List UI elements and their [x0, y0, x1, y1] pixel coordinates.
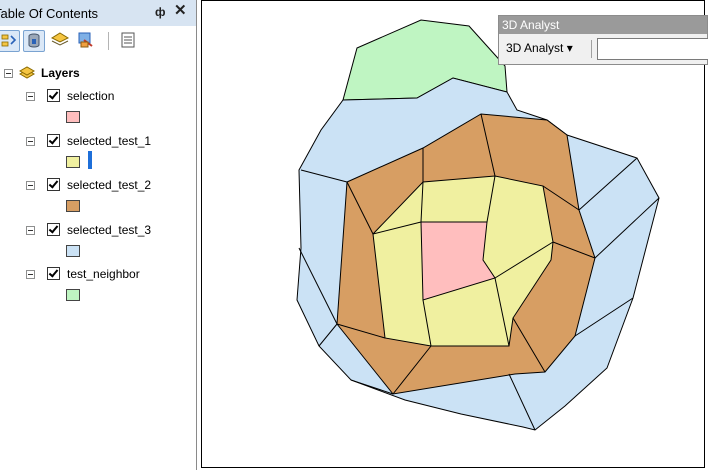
text-cursor-indicator: [88, 151, 92, 169]
layer-entry-selected-test-2[interactable]: selected_test_2: [0, 175, 196, 215]
layer-label: selection: [67, 89, 115, 103]
chevron-down-icon: ▾: [566, 41, 573, 55]
3d-analyst-menu-label: 3D Analyst: [506, 41, 564, 55]
toc-title: Table Of Contents: [0, 6, 99, 21]
layer-label: test_neighbor: [67, 267, 140, 281]
map-canvas[interactable]: [197, 0, 708, 470]
toolbar-separator: [108, 32, 109, 50]
collapse-icon[interactable]: [26, 92, 35, 101]
layer-entry-selected-test-3[interactable]: selected_test_3: [0, 220, 196, 260]
layer-label: selected_test_1: [67, 134, 152, 148]
layer-symbol-swatch[interactable]: [66, 245, 80, 257]
list-by-drawing-order-icon: [1, 34, 17, 47]
3d-analyst-toolbar: 3D Analyst 3D Analyst ▾: [498, 15, 708, 65]
3d-analyst-menu[interactable]: 3D Analyst ▾: [506, 41, 573, 55]
layer-symbol-swatch[interactable]: [66, 200, 80, 212]
collapse-icon[interactable]: [4, 69, 13, 78]
toolbar-separator: [591, 40, 592, 58]
layer-visibility-checkbox[interactable]: [47, 223, 60, 236]
table-of-contents-panel: Table Of Contents ф ✕ Layers selection s…: [0, 0, 197, 470]
pin-icon[interactable]: ф: [155, 5, 166, 19]
layer-entry-test-neighbor[interactable]: test_neighbor: [0, 264, 196, 304]
layer-visibility-checkbox[interactable]: [47, 178, 60, 191]
layer-symbol-swatch[interactable]: [66, 289, 80, 301]
layer-visibility-checkbox[interactable]: [47, 89, 60, 102]
list-by-selection-button[interactable]: [76, 30, 96, 50]
close-icon[interactable]: ✕: [174, 3, 187, 19]
collapse-icon[interactable]: [26, 270, 35, 279]
collapse-icon[interactable]: [26, 226, 35, 235]
layer-visibility-checkbox[interactable]: [47, 267, 60, 280]
layer-symbol-swatch[interactable]: [66, 111, 80, 123]
collapse-icon[interactable]: [26, 137, 35, 146]
list-by-selection-icon: [78, 32, 93, 48]
layer-label: selected_test_3: [67, 223, 152, 237]
list-by-visibility-icon: [50, 32, 70, 46]
options-button[interactable]: [118, 30, 138, 50]
list-by-source-icon: [28, 33, 40, 48]
layer-symbol-swatch[interactable]: [66, 156, 80, 168]
toolbar-title: 3D Analyst: [502, 18, 560, 32]
collapse-icon[interactable]: [26, 181, 35, 190]
options-icon: [121, 32, 135, 48]
layer-label: selected_test_2: [67, 178, 152, 192]
layer-entry-selected-test-1[interactable]: selected_test_1: [0, 131, 196, 171]
list-by-drawing-order-button[interactable]: [0, 30, 20, 52]
toc-title-bar: Table Of Contents ф ✕: [0, 0, 196, 26]
layer-visibility-checkbox[interactable]: [47, 134, 60, 147]
layer-dropdown[interactable]: [597, 38, 708, 60]
list-by-visibility-button[interactable]: [50, 30, 70, 50]
layers-root-label: Layers: [41, 66, 80, 80]
list-by-source-button[interactable]: [23, 30, 45, 52]
toolbar-title-bar[interactable]: 3D Analyst: [499, 16, 707, 34]
layers-icon: [18, 66, 36, 79]
toc-toolbar: [0, 28, 196, 56]
map-view[interactable]: [197, 0, 708, 470]
layer-entry-selection[interactable]: selection: [0, 86, 196, 126]
